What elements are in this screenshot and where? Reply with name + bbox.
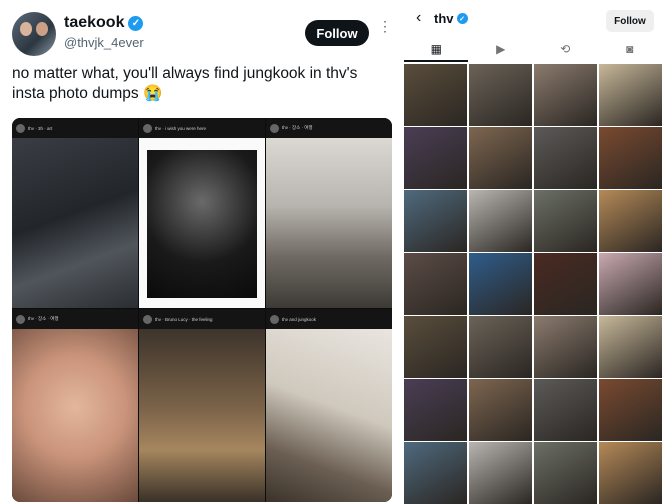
more-options-icon[interactable]: ⋮ — [378, 19, 392, 33]
active-tab-indicator — [404, 60, 468, 62]
grid-post-thumbnail[interactable] — [468, 64, 533, 126]
collage-tile: thv · Bruno Lucy · the feeling — [139, 309, 265, 502]
avatar-icon — [16, 123, 25, 133]
avatar-icon — [143, 314, 152, 324]
grid-post-thumbnail[interactable] — [533, 127, 598, 189]
collage-caption: thv and jungkook — [282, 316, 317, 322]
collage-caption: thv · i wish you were here — [155, 125, 207, 131]
instagram-profile-panel: ‹ thv ✓ Follow ▦ ▶ ⟲ ◙ — [404, 0, 662, 504]
grid-post-thumbnail[interactable] — [598, 253, 662, 315]
grid-post-thumbnail[interactable] — [533, 64, 598, 126]
avatar-icon — [143, 123, 152, 133]
tweet-handle[interactable]: @thvjk_4ever — [64, 35, 144, 50]
back-icon[interactable]: ‹ — [416, 9, 421, 27]
grid-post-thumbnail[interactable] — [468, 442, 533, 504]
grid-post-thumbnail[interactable] — [468, 190, 533, 252]
collage-tile: thv and jungkook — [266, 309, 392, 502]
photo-grid — [404, 64, 662, 504]
grid-post-thumbnail[interactable] — [533, 253, 598, 315]
grid-post-thumbnail[interactable] — [404, 190, 468, 252]
grid-post-thumbnail[interactable] — [598, 64, 662, 126]
profile-tabs: ▦ ▶ ⟲ ◙ — [404, 36, 662, 62]
grid-post-thumbnail[interactable] — [468, 316, 533, 378]
grid-post-thumbnail[interactable] — [598, 127, 662, 189]
grid-post-thumbnail[interactable] — [598, 379, 662, 441]
avatar-icon — [270, 123, 279, 133]
grid-post-thumbnail[interactable] — [404, 442, 468, 504]
photo-closeup — [12, 329, 138, 502]
grid-post-thumbnail[interactable] — [533, 379, 598, 441]
grid-post-thumbnail[interactable] — [404, 316, 468, 378]
profile-username: thv ✓ — [434, 11, 468, 26]
profile-follow-button[interactable]: Follow — [606, 10, 654, 32]
verified-icon: ✓ — [128, 15, 144, 31]
grid-post-thumbnail[interactable] — [404, 379, 468, 441]
grid-post-thumbnail[interactable] — [533, 316, 598, 378]
collage-tile: thv · i wish you were here — [139, 118, 265, 308]
grid-post-thumbnail[interactable] — [404, 127, 468, 189]
photo-bw-portrait — [147, 150, 257, 298]
photo-airplane — [266, 329, 392, 502]
grid-post-thumbnail[interactable] — [533, 190, 598, 252]
avatar-icon — [16, 314, 25, 324]
username-text: taekook — [64, 14, 125, 31]
collage-caption: thv · 장소 · 여행 — [282, 125, 313, 130]
follow-button[interactable]: Follow — [305, 20, 369, 46]
reposts-tab-icon[interactable]: ⟲ — [533, 36, 598, 62]
avatar-icon — [270, 314, 279, 324]
tweet-text: no matter what, you'll always find jungk… — [12, 65, 358, 102]
grid-post-thumbnail[interactable] — [468, 127, 533, 189]
collage-tile: thv · 장소 · 여행 — [12, 309, 138, 502]
tagged-tab-icon[interactable]: ◙ — [598, 36, 662, 62]
grid-post-thumbnail[interactable] — [468, 253, 533, 315]
grid-post-thumbnail[interactable] — [598, 316, 662, 378]
avatar[interactable] — [12, 12, 56, 56]
tweet-panel: taekook ✓ @thvjk_4ever Follow ⋮ no matte… — [0, 0, 400, 504]
grid-tab-icon[interactable]: ▦ — [404, 36, 469, 62]
grid-post-thumbnail[interactable] — [404, 253, 468, 315]
grid-post-thumbnail[interactable] — [468, 379, 533, 441]
grid-post-thumbnail[interactable] — [404, 64, 468, 126]
grid-post-thumbnail[interactable] — [533, 442, 598, 504]
collage-tile: thv · 장소 · 여행 — [266, 118, 392, 308]
verified-icon: ✓ — [456, 13, 468, 24]
grid-post-thumbnail[interactable] — [598, 190, 662, 252]
collage-caption: thv · 3h · art — [28, 125, 53, 131]
photo-sleeping — [12, 138, 138, 308]
reels-tab-icon[interactable]: ▶ — [469, 36, 534, 62]
grid-post-thumbnail[interactable] — [598, 442, 662, 504]
tweet-username[interactable]: taekook ✓ — [64, 14, 144, 32]
photo-cityscape — [266, 138, 392, 308]
collage-tile: thv · 3h · art — [12, 118, 138, 308]
collage-caption: thv · Bruno Lucy · the feeling — [155, 316, 213, 322]
tweet-media-collage[interactable]: thv · 3h · art thv · i wish you were her… — [12, 118, 392, 502]
photo-street — [139, 329, 265, 502]
collage-caption: thv · 장소 · 여행 — [28, 316, 59, 321]
